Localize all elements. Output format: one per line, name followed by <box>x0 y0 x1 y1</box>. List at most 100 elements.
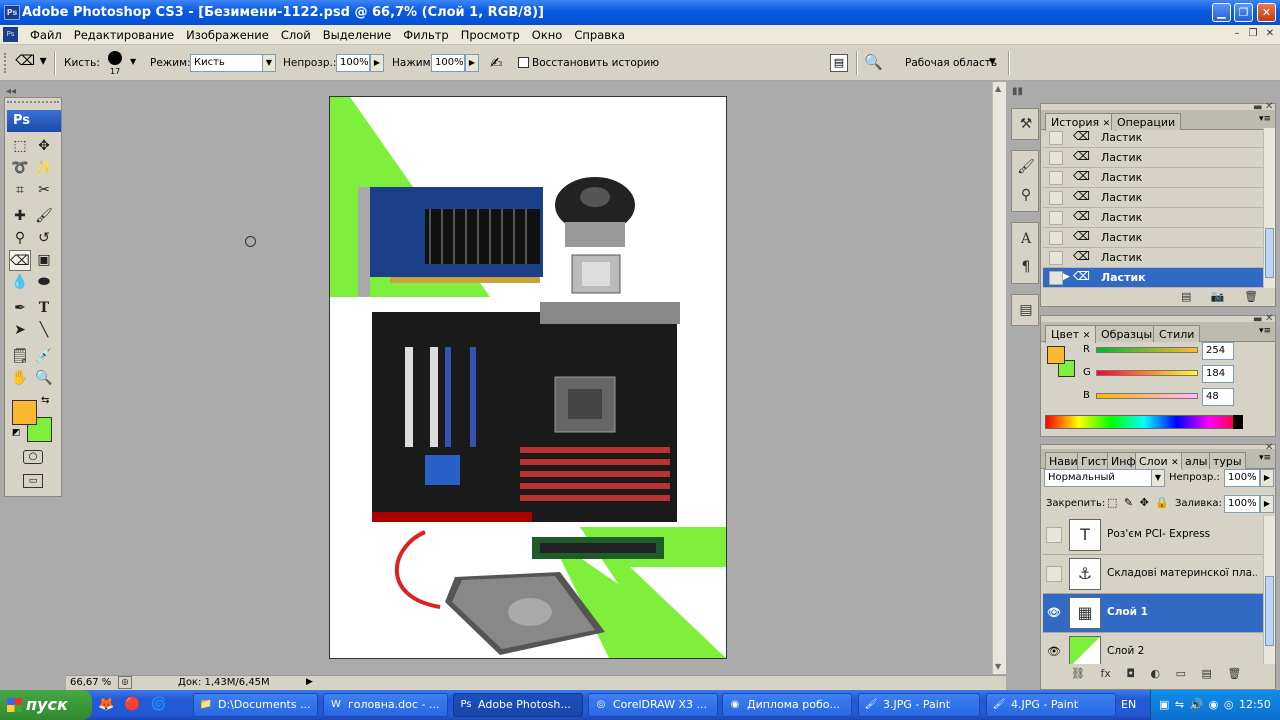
layer-row[interactable]: 👁 Слой 2 <box>1043 633 1263 664</box>
doc-minimize-icon[interactable]: – <box>1230 28 1244 41</box>
history-snapshot-checkbox[interactable] <box>1049 191 1063 205</box>
palette-well-icon[interactable]: ▤ <box>830 54 848 72</box>
scroll-up-icon[interactable]: ▲ <box>995 84 1001 93</box>
notes-tool-icon[interactable]: 🗒 <box>9 346 31 367</box>
quick-mask-icon[interactable]: ○ <box>23 450 43 464</box>
menu-3[interactable]: Слой <box>275 28 317 42</box>
opacity-arrow-icon[interactable]: ▶ <box>370 54 384 72</box>
blur-tool-icon[interactable]: 💧 <box>9 272 31 293</box>
paragraph-panel-icon[interactable]: ¶ <box>1016 257 1036 277</box>
menu-4[interactable]: Выделение <box>317 28 398 42</box>
layer-comps-panel-icon[interactable]: ▤ <box>1016 300 1036 320</box>
menu-1[interactable]: Редактирование <box>68 28 180 42</box>
history-item[interactable]: ⌫ Ластик <box>1043 148 1263 168</box>
lock-icons[interactable]: ⬚ ✎ ✥ 🔒 <box>1107 496 1169 509</box>
history-snapshot-checkbox[interactable] <box>1049 171 1063 185</box>
gradient-tool-icon[interactable]: ▣ <box>33 250 55 271</box>
menu-0[interactable]: Файл <box>24 28 68 42</box>
green-value-input[interactable]: 184 <box>1202 365 1234 383</box>
start-button[interactable]: пуск <box>0 690 92 720</box>
workspace-dropdown-icon[interactable]: ▼ <box>989 57 996 67</box>
default-colors-icon[interactable]: ◩ <box>12 428 21 438</box>
magic-wand-tool-icon[interactable]: ✨ <box>33 158 55 179</box>
visibility-toggle[interactable] <box>1046 566 1062 582</box>
taskbar-item[interactable]: ◉ Диплома робо... <box>722 693 852 717</box>
taskbar-item[interactable]: Wголовна.doc - ... <box>323 693 448 717</box>
zoom-tool-icon[interactable]: 🔍 <box>33 368 55 389</box>
layer-row[interactable]: T Роз'єм PCI- Express <box>1043 516 1263 555</box>
layers-scrollbar[interactable] <box>1263 516 1275 664</box>
language-indicator[interactable]: EN <box>1121 698 1136 711</box>
red-value-input[interactable]: 254 <box>1202 342 1234 360</box>
blue-value-input[interactable]: 48 <box>1202 388 1234 406</box>
history-snapshot-checkbox[interactable] <box>1049 271 1063 285</box>
history-scrollbar[interactable] <box>1263 128 1275 288</box>
slice-tool-icon[interactable]: ✂ <box>33 180 55 201</box>
layer-row[interactable]: ⚓ Складові материнскої пла... <box>1043 555 1263 594</box>
color-panel-menu-icon[interactable]: ▾≡ <box>1259 326 1271 336</box>
history-panel-menu-icon[interactable]: ▾≡ <box>1259 114 1271 124</box>
layer-row[interactable]: 👁 ▦ Слой 1 <box>1043 594 1263 633</box>
dodge-tool-icon[interactable]: ⬬ <box>33 272 55 293</box>
swap-colors-icon[interactable]: ⇆ <box>41 395 49 406</box>
menu-6[interactable]: Просмотр <box>455 28 526 42</box>
history-item[interactable]: ⌫ Ластик <box>1043 188 1263 208</box>
foreground-color-swatch[interactable] <box>12 400 37 425</box>
history-item[interactable]: ⌫ Ластик <box>1043 208 1263 228</box>
flow-input[interactable]: 100% <box>431 54 465 72</box>
character-panel-icon[interactable]: A <box>1016 229 1036 249</box>
taskbar-item[interactable]: ◎ CorelDRAW X3 ... <box>588 693 718 717</box>
taskbar-item[interactable]: 📁 D:\Documents ... <box>193 693 318 717</box>
history-checkbox[interactable] <box>518 57 529 68</box>
history-item[interactable]: ⌫ Ластик <box>1043 168 1263 188</box>
menu-2[interactable]: Изображение <box>180 28 275 42</box>
layer-opacity-arrow-icon[interactable]: ▶ <box>1260 469 1274 487</box>
airbrush-icon[interactable]: ✍ <box>490 54 503 72</box>
close-button[interactable]: ✕ <box>1257 3 1276 22</box>
clone-stamp-tool-icon[interactable]: ⚲ <box>9 228 31 249</box>
eraser-tool-preset-icon[interactable]: ⌫ ▾ <box>14 53 48 73</box>
line-tool-icon[interactable]: ╲ <box>33 320 55 341</box>
crop-tool-icon[interactable]: ⌗ <box>9 180 31 201</box>
brush-dropdown-icon[interactable]: ▼ <box>130 57 136 66</box>
history-snapshot-checkbox[interactable] <box>1049 131 1063 145</box>
doc-close-icon[interactable]: ✕ <box>1263 28 1277 41</box>
eye-visibility-icon[interactable]: 👁 <box>1047 606 1061 620</box>
eyedropper-tool-icon[interactable]: 💉 <box>33 346 55 367</box>
history-snapshot-checkbox[interactable] <box>1049 151 1063 165</box>
blue-slider[interactable] <box>1096 393 1198 399</box>
history-snapshot-checkbox[interactable] <box>1049 211 1063 225</box>
collapse-tools-icon[interactable]: ◂◂ <box>6 86 16 97</box>
layers-panel-menu-icon[interactable]: ▾≡ <box>1259 453 1271 463</box>
taskbar-item[interactable]: 🖌 4.JPG - Paint <box>986 693 1116 717</box>
red-slider[interactable] <box>1096 347 1198 353</box>
brush-preview-icon[interactable] <box>108 51 122 65</box>
status-info-icon[interactable]: ◎ <box>118 676 132 689</box>
marquee-tool-icon[interactable]: ⬚ <box>9 136 31 157</box>
document-icon[interactable]: Ps <box>3 27 18 42</box>
maximize-button[interactable]: ❐ <box>1234 3 1253 22</box>
tab-channels[interactable]: алы <box>1181 452 1212 469</box>
fill-input[interactable]: 100% <box>1224 495 1260 513</box>
history-item[interactable]: ⌫ Ластик <box>1043 128 1263 148</box>
tab-paths[interactable]: туры <box>1209 452 1246 469</box>
layers-actions-icons[interactable]: ⛓ fx ◘ ◐ ▭ ▤ 🗑 <box>1071 667 1241 680</box>
green-slider[interactable] <box>1096 370 1198 376</box>
menu-8[interactable]: Справка <box>568 28 631 42</box>
collapse-panels-icon[interactable]: ▮▮ <box>1012 86 1023 97</box>
blend-mode-dropdown-icon[interactable]: ▼ <box>1151 469 1165 487</box>
healing-brush-tool-icon[interactable]: ✚ <box>9 206 31 227</box>
lasso-tool-icon[interactable]: ➰ <box>9 158 31 179</box>
menu-7[interactable]: Окно <box>526 28 569 42</box>
history-item[interactable]: ⌫ Ластик <box>1043 248 1263 268</box>
status-menu-icon[interactable]: ▶ <box>306 677 313 687</box>
hand-tool-icon[interactable]: ✋ <box>9 368 31 389</box>
history-item[interactable]: ▶ ⌫ Ластик <box>1043 268 1263 288</box>
opacity-input[interactable]: 100% <box>336 54 370 72</box>
blend-mode-select[interactable]: Нормальный <box>1044 469 1164 487</box>
screen-mode-icon[interactable]: ▭ <box>23 474 43 488</box>
eye-visibility-icon[interactable]: 👁 <box>1047 645 1061 659</box>
color-panel-foreground-swatch[interactable] <box>1047 346 1065 364</box>
history-brush-tool-icon[interactable]: ↺ <box>33 228 55 249</box>
history-actions-icons[interactable]: ▤ 📷 🗑 <box>1181 290 1258 303</box>
